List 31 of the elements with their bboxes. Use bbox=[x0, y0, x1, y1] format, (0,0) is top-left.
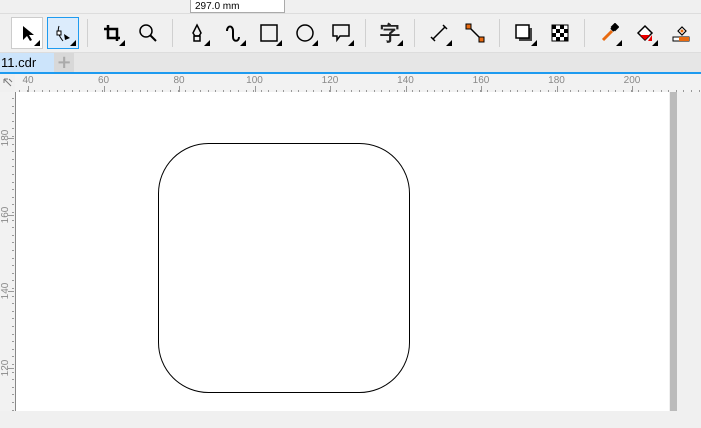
ruler-label: 80 bbox=[173, 75, 185, 86]
ruler-label: 60 bbox=[98, 75, 110, 86]
crop-icon bbox=[102, 23, 122, 43]
checkerboard-icon bbox=[550, 23, 570, 43]
speech-bubble-icon bbox=[331, 23, 351, 43]
ruler-label: 100 bbox=[246, 75, 263, 86]
text-tool-button[interactable]: 字 bbox=[374, 17, 406, 49]
dimension-line-icon bbox=[429, 23, 449, 43]
rectangle-icon bbox=[259, 23, 279, 43]
paint-bucket-icon bbox=[635, 23, 655, 43]
height-field[interactable]: 297.0 mm bbox=[190, 0, 285, 13]
search-icon bbox=[138, 23, 158, 43]
shape-tool-button[interactable] bbox=[47, 17, 79, 49]
ruler-label: 140 bbox=[397, 75, 414, 86]
ruler-label: 160 bbox=[0, 205, 12, 224]
ruler-origin-icon[interactable] bbox=[2, 78, 12, 88]
connector-icon bbox=[465, 23, 485, 43]
eyedropper-icon bbox=[599, 23, 619, 43]
ruler-label: 180 bbox=[548, 75, 565, 86]
ruler-label: 160 bbox=[472, 75, 490, 86]
ruler-label: 200 bbox=[624, 75, 640, 86]
ruler-label: 120 bbox=[322, 75, 338, 86]
document-tab[interactable]: 11.cdr bbox=[0, 53, 54, 72]
ruler-label: 120 bbox=[0, 358, 12, 378]
curve-icon bbox=[223, 23, 243, 43]
circle-icon bbox=[295, 23, 315, 43]
ruler-label: 40 bbox=[22, 75, 34, 86]
ruler-label: 140 bbox=[0, 282, 12, 301]
pick-tool-button[interactable] bbox=[11, 17, 43, 49]
drop-shadow-icon bbox=[514, 23, 534, 43]
ruler-label: 180 bbox=[0, 128, 12, 148]
